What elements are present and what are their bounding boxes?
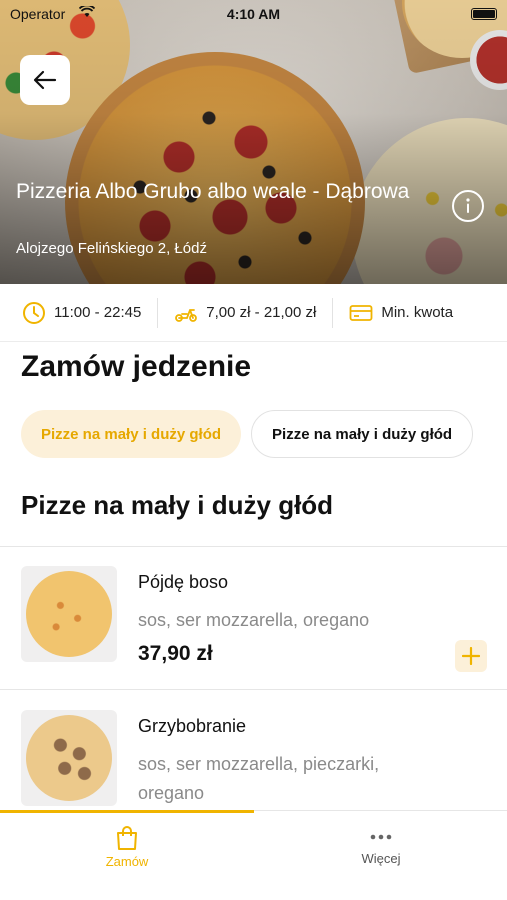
card-icon — [349, 304, 373, 321]
product-image — [21, 710, 117, 806]
category-heading: Pizze na mały i duży głód — [21, 490, 334, 520]
restaurant-info-button[interactable] — [452, 190, 484, 222]
category-chip[interactable]: Pizze na mały i duży głód — [21, 410, 242, 458]
divider — [332, 297, 334, 328]
product-item[interactable]: Pójdę boso sos, ser mozzarella, oregano … — [0, 548, 507, 690]
tab-more-label: Więcej — [361, 851, 401, 866]
more-dots-icon — [370, 834, 392, 840]
delivery-fee: 7,00 zł - 21,00 zł — [174, 303, 316, 323]
info-icon — [466, 198, 470, 213]
status-time: 4:10 AM — [226, 6, 281, 22]
restaurant-name: Pizzeria Albo Grubo albo wcale - Dąbrowa — [16, 180, 410, 203]
restaurant-hero-image: Operator 4:10 AM Pizzeria Albo Grubo alb… — [0, 0, 507, 284]
arrow-left-icon — [33, 70, 57, 90]
scooter-icon — [175, 308, 198, 322]
status-bar: Operator 4:10 AM — [0, 0, 507, 28]
restaurant-info-strip: 11:00 - 22:45 7,00 zł - 21,00 zł Min. kw… — [0, 284, 507, 342]
delivery-fee-text: 7,00 zł - 21,00 zł — [206, 304, 317, 321]
category-tabs: Pizze na mały i duży głód Pizze na mały … — [21, 410, 483, 458]
back-button[interactable] — [20, 55, 70, 105]
shopping-bag-icon — [117, 826, 137, 850]
tab-order-label: Zamów — [105, 854, 149, 869]
tab-more[interactable]: Więcej — [254, 811, 507, 900]
restaurant-address: Alojzego Felińskiego 2, Łódź — [16, 240, 207, 257]
divider — [0, 546, 507, 547]
product-description: sos, ser mozzarella, oregano — [138, 610, 370, 630]
product-item[interactable]: Grzybobranie sos, ser mozzarella, piecza… — [0, 692, 507, 810]
divider — [157, 297, 159, 328]
clock-icon — [23, 301, 45, 324]
opening-hours-text: 11:00 - 22:45 — [54, 304, 142, 321]
minimum-order-text: Min. kwota — [381, 304, 454, 321]
add-to-cart-button[interactable] — [455, 640, 487, 672]
product-name: Grzybobranie — [138, 716, 247, 736]
category-chip[interactable]: Pizze na mały i duży głód — [251, 410, 474, 458]
product-description: sos, ser mozzarella, pieczarki, oregano — [138, 754, 380, 803]
product-price: 37,90 zł — [138, 642, 213, 665]
product-name: Pójdę boso — [138, 572, 229, 592]
opening-hours: 11:00 - 22:45 — [22, 301, 141, 325]
tab-order[interactable]: Zamów — [0, 811, 254, 900]
order-section-title: Zamów jedzenie — [21, 350, 252, 383]
battery-icon — [471, 8, 497, 20]
bottom-tab-bar: Zamów Więcej — [0, 810, 507, 900]
product-image — [21, 566, 117, 662]
plus-icon — [462, 647, 480, 665]
minimum-order: Min. kwota — [349, 303, 453, 323]
